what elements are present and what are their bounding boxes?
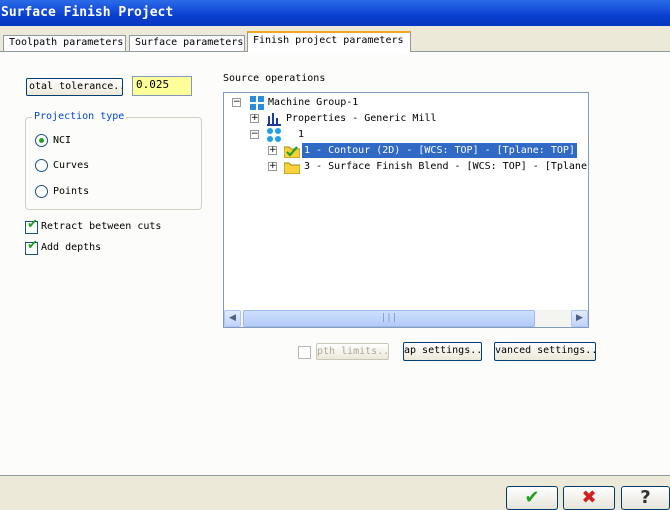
ok-check-icon: ✔ [524, 487, 540, 508]
source-operations-tree[interactable]: − Machine Group-1 + Properties - Generic… [223, 92, 589, 328]
scroll-thumb[interactable]: ||| [243, 310, 535, 327]
radio-button[interactable] [35, 134, 48, 147]
window-title: Surface Finish Project [0, 0, 670, 26]
tab-surface-parameters[interactable]: Surface parameters [129, 35, 245, 52]
total-tolerance-button[interactable]: otal tolerance.. [26, 78, 123, 96]
folder-icon [284, 162, 300, 174]
checkbox[interactable] [298, 346, 311, 359]
toolpath-group-icon [267, 128, 281, 142]
tree-node-label: Machine Group-1 [268, 97, 359, 108]
tree-node-label: 1 [298, 129, 305, 140]
projection-type-group: Projection type NCI Curves Points [25, 111, 202, 210]
source-operations-label: Source operations [223, 73, 326, 84]
radio-button[interactable] [35, 159, 48, 172]
tab-strip: Toolpath parameters Surface parameters F… [0, 30, 670, 52]
checkbox[interactable]: ✔ [25, 238, 38, 255]
scroll-right-icon[interactable]: ▶ [571, 310, 588, 327]
cancel-x-icon: ✖ [581, 487, 597, 508]
collapse-icon[interactable]: − [250, 130, 259, 139]
expand-icon[interactable]: + [268, 162, 277, 171]
checkbox[interactable]: ✔ [25, 217, 38, 234]
scroll-left-icon[interactable]: ◀ [224, 310, 241, 327]
help-button[interactable]: ? [621, 486, 670, 510]
tab-toolpath-parameters[interactable]: Toolpath parameters [3, 35, 126, 52]
checkbox-label: Retract between cuts [41, 221, 162, 232]
check-mark-icon: ✔ [27, 217, 38, 232]
properties-icon [267, 113, 281, 126]
expand-icon[interactable]: + [268, 146, 277, 155]
machine-group-icon [250, 96, 264, 110]
radio-label: Points [53, 186, 90, 197]
total-tolerance-input[interactable]: 0.025 [132, 76, 192, 96]
depth-limits-button[interactable]: pth limits.. [316, 343, 389, 360]
ok-button[interactable]: ✔ [506, 486, 558, 510]
horizontal-scrollbar[interactable]: ◀ ||| ▶ [224, 310, 588, 327]
radio-button[interactable] [35, 185, 48, 198]
collapse-icon[interactable]: − [232, 98, 241, 107]
radio-selected-dot [39, 138, 44, 143]
tab-panel: otal tolerance.. 0.025 Projection type N… [0, 51, 670, 476]
radio-label: NCI [53, 135, 72, 146]
radio-label: Curves [53, 160, 90, 171]
gap-settings-button[interactable]: ap settings.. [403, 342, 482, 361]
folder-checked-icon [284, 146, 300, 158]
tree-node-label: 1 - Contour (2D) - [WCS: TOP] - [Tplane:… [301, 142, 578, 159]
help-question-icon: ? [640, 487, 651, 508]
check-mark-icon: ✔ [27, 238, 38, 253]
expand-icon[interactable]: + [250, 114, 259, 123]
projection-type-title: Projection type [32, 111, 127, 122]
advanced-settings-button[interactable]: vanced settings.. [494, 342, 596, 361]
checkbox-label: Add depths [41, 242, 102, 253]
tab-finish-project-parameters[interactable]: Finish project parameters [247, 31, 411, 52]
cancel-button[interactable]: ✖ [563, 486, 615, 510]
tree-node-label: Properties - Generic Mill [286, 113, 437, 124]
tree-node-label: 3 - Surface Finish Blend - [WCS: TOP] - … [304, 161, 587, 172]
